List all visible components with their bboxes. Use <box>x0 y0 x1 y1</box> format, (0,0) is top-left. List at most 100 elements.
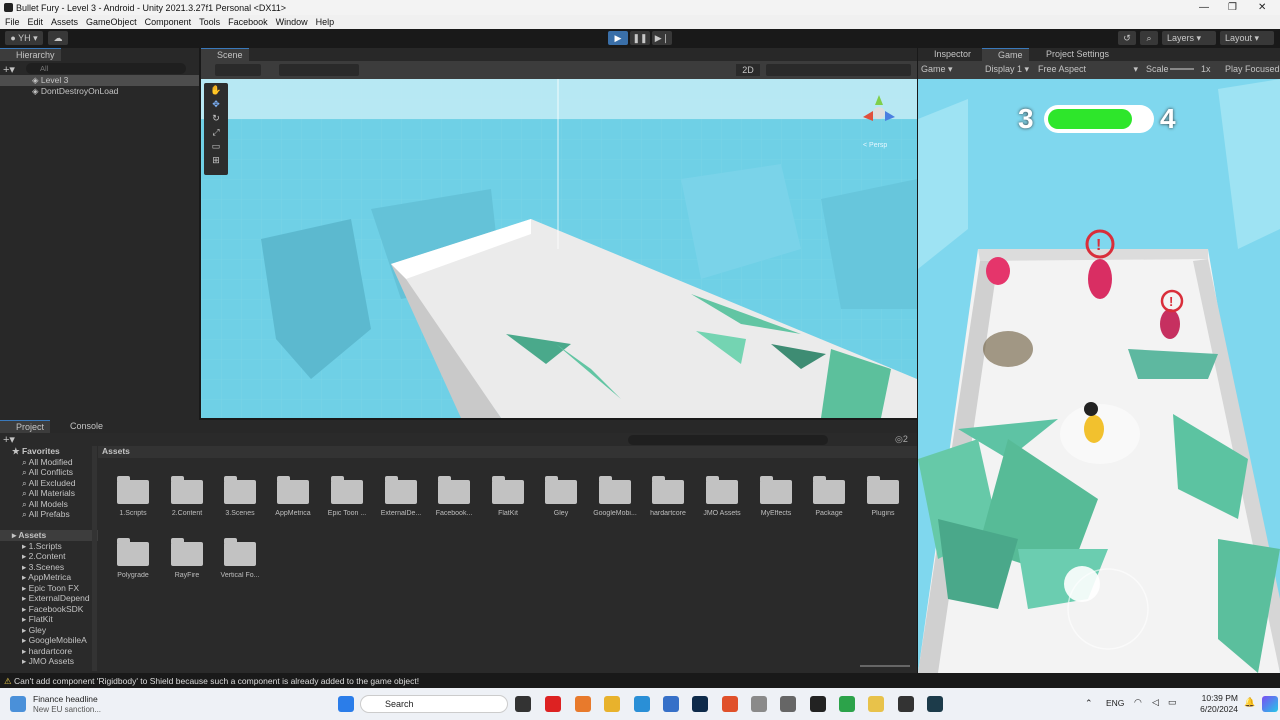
tray-chevron-icon[interactable]: ⌃ <box>1085 698 1093 709</box>
history-icon[interactable]: ↺ <box>1118 31 1136 45</box>
layout-dropdown[interactable]: Layout ▾ <box>1220 31 1274 45</box>
2d-toggle[interactable]: 2D <box>736 64 760 76</box>
asset-folder[interactable]: hardartcore <box>648 476 688 517</box>
notification-icon[interactable]: 🔔 <box>1244 697 1255 708</box>
clock-date[interactable]: 6/20/2024 <box>1190 704 1238 714</box>
tab-hierarchy[interactable]: Hierarchy <box>0 48 61 61</box>
asset-folder[interactable]: GoogleMobi... <box>593 476 637 517</box>
tree-folder[interactable]: ▸ 2.Content <box>0 551 66 562</box>
search-icon[interactable]: ⌕ <box>1140 31 1158 45</box>
asset-folder[interactable]: Epic Toon ... <box>327 476 367 517</box>
close-icon[interactable]: ✕ <box>1258 2 1266 13</box>
asset-folder[interactable]: AppMetrica <box>273 476 313 517</box>
tab-scene[interactable]: Scene <box>201 48 249 61</box>
asset-folder[interactable]: Plugins <box>863 476 903 517</box>
brave-icon[interactable] <box>722 696 738 712</box>
tree-scrollbar[interactable] <box>92 446 97 671</box>
asset-folder[interactable]: JMO Assets <box>702 476 742 517</box>
cloud-icon[interactable]: ☁ <box>48 31 68 45</box>
menu-gameobject[interactable]: GameObject <box>86 17 137 27</box>
account-button[interactable]: ● YH ▾ <box>5 31 43 45</box>
menu-window[interactable]: Window <box>276 17 308 27</box>
asset-folder[interactable]: Package <box>809 476 849 517</box>
volume-icon[interactable]: ◁ <box>1152 697 1159 708</box>
asset-folder[interactable]: Facebook... <box>434 476 474 517</box>
gizmo-toggles[interactable] <box>279 64 359 76</box>
layers-dropdown[interactable]: Layers ▾ <box>1162 31 1216 45</box>
terminal-icon[interactable] <box>927 696 943 712</box>
tree-folder[interactable]: ▸ FlatKit <box>0 614 53 625</box>
app-icon[interactable] <box>751 696 767 712</box>
tab-game[interactable]: Game <box>982 48 1029 61</box>
game-view[interactable]: ! ! 3 4 <box>918 79 1280 673</box>
app-icon[interactable] <box>663 696 679 712</box>
menu-component[interactable]: Component <box>145 17 192 27</box>
tool-palette[interactable]: ✋ ✥ ↻ ⤢ ▭ ⊞ <box>204 83 228 175</box>
minimize-icon[interactable]: — <box>1199 2 1209 13</box>
scene-view[interactable]: ✋ ✥ ↻ ⤢ ▭ ⊞ < Persp <box>201 79 917 418</box>
hierarchy-item-dontdestroy[interactable]: ◈ DontDestroyOnLoad <box>0 86 118 97</box>
battery-icon[interactable]: ▭ <box>1168 697 1177 708</box>
menu-assets[interactable]: Assets <box>51 17 78 27</box>
aspect-dropdown[interactable]: Free Aspect ▾ <box>1038 64 1138 75</box>
menu-help[interactable]: Help <box>316 17 335 27</box>
file-explorer-icon[interactable] <box>868 696 884 712</box>
play-button[interactable]: ▶ <box>608 31 628 45</box>
scale-slider[interactable] <box>1170 68 1194 70</box>
breadcrumb-label[interactable]: Assets <box>102 446 130 456</box>
favorite-item[interactable]: ⌕ All Materials <box>0 488 75 499</box>
asset-folder[interactable]: MyEffects <box>756 476 796 517</box>
favorite-item[interactable]: ⌕ All Prefabs <box>0 509 70 520</box>
play-focused-dropdown[interactable]: Play Focused <box>1225 64 1280 74</box>
nox-icon[interactable] <box>810 696 826 712</box>
step-button[interactable]: ▶❘ <box>652 31 672 45</box>
transform-tool-icon[interactable]: ⊞ <box>204 153 228 167</box>
asset-folder[interactable]: RayFire <box>167 538 207 579</box>
draw-mode-dropdown[interactable] <box>215 64 261 76</box>
menu-file[interactable]: File <box>5 17 20 27</box>
tab-console[interactable]: Console <box>54 420 109 433</box>
icon-size-slider[interactable] <box>860 665 910 667</box>
tree-folder[interactable]: ▸ JMO Assets <box>0 656 74 667</box>
project-search-input[interactable] <box>628 435 828 445</box>
asset-folder[interactable]: 2.Content <box>167 476 207 517</box>
menu-facebook[interactable]: Facebook <box>228 17 268 27</box>
asset-folder[interactable]: ExternalDe... <box>381 476 421 517</box>
rotate-tool-icon[interactable]: ↻ <box>204 111 228 125</box>
move-tool-icon[interactable]: ✥ <box>204 97 228 111</box>
menu-tools[interactable]: Tools <box>199 17 220 27</box>
photoshop-icon[interactable] <box>692 696 708 712</box>
favorites-header[interactable]: ★ Favorites <box>0 446 60 457</box>
app-icon[interactable] <box>839 696 855 712</box>
hierarchy-item-level3[interactable]: ◈ Level 3 <box>0 75 199 86</box>
copilot-icon[interactable] <box>1262 696 1278 712</box>
asset-folder[interactable]: 3.Scenes <box>220 476 260 517</box>
edge-icon[interactable] <box>634 696 650 712</box>
maximize-icon[interactable]: ❐ <box>1228 2 1237 13</box>
language-indicator[interactable]: ENG <box>1106 698 1124 708</box>
asset-folder[interactable]: Polygrade <box>113 538 153 579</box>
scale-tool-icon[interactable]: ⤢ <box>204 125 228 139</box>
tab-project-settings[interactable]: Project Settings <box>1030 48 1115 61</box>
asset-folder[interactable]: 1.Scripts <box>113 476 153 517</box>
taskbar-search[interactable]: Search <box>360 695 508 713</box>
pdf-app-icon[interactable] <box>545 696 561 712</box>
clock-time[interactable]: 10:39 PM <box>1190 693 1238 703</box>
hand-tool-icon[interactable]: ✋ <box>204 83 228 97</box>
wifi-icon[interactable]: ◠ <box>1134 697 1142 708</box>
app-icon[interactable] <box>780 696 796 712</box>
start-icon[interactable] <box>338 696 354 712</box>
assets-root[interactable]: ▸ Assets <box>0 530 98 541</box>
news-widget-icon[interactable] <box>10 696 26 712</box>
scene-gizmo-icon[interactable] <box>861 91 897 127</box>
project-add-icon[interactable]: +▾ <box>3 433 15 446</box>
status-message[interactable]: Can't add component 'Rigidbody' to Shiel… <box>14 676 419 686</box>
tab-project[interactable]: Project <box>0 420 51 433</box>
favorite-item[interactable]: ⌕ All Conflicts <box>0 467 73 478</box>
tree-folder[interactable]: ▸ GoogleMobileA <box>0 635 87 646</box>
asset-folder[interactable]: Vertical Fo... <box>220 538 260 579</box>
tree-folder[interactable]: ▸ AppMetrica <box>0 572 71 583</box>
tab-inspector[interactable]: Inspector <box>918 48 977 61</box>
rect-tool-icon[interactable]: ▭ <box>204 139 228 153</box>
unity-icon[interactable] <box>898 696 914 712</box>
